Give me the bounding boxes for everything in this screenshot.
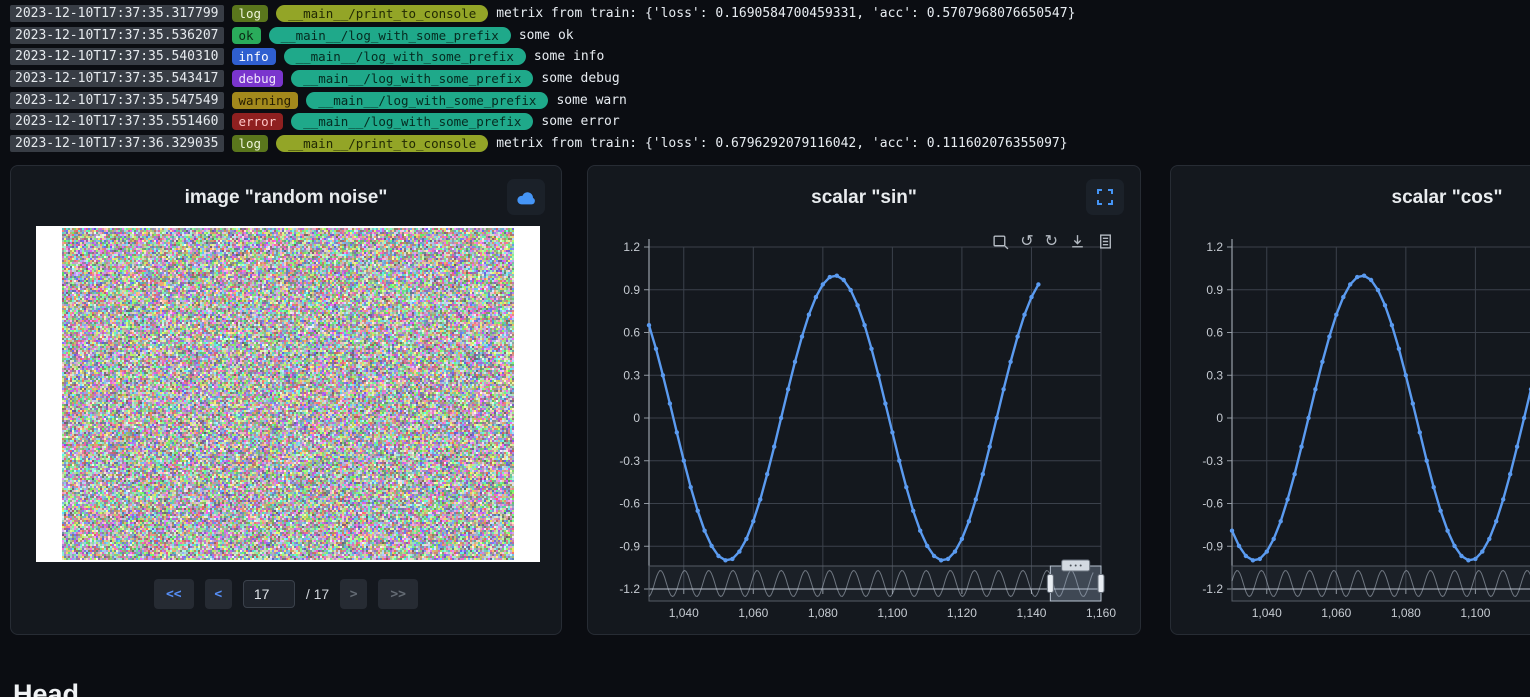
log-level-badge: log xyxy=(232,5,269,22)
log-source-badge: __main__/log_with_some_prefix xyxy=(269,27,511,44)
log-source-badge: __main__/log_with_some_prefix xyxy=(306,92,548,109)
image-pagination: << < / 17 > >> xyxy=(11,579,561,609)
x-tick-label: 1,060 xyxy=(1321,606,1351,620)
log-row: 2023-12-10T17:37:35.551460 error __main__/… xyxy=(0,111,1530,133)
x-tick-label: 1,120 xyxy=(947,606,977,620)
log-timestamp: 2023-12-10T17:37:35.551460 xyxy=(10,113,224,130)
x-tick-label: 1,060 xyxy=(738,606,768,620)
y-tick-label: -0.3 xyxy=(1202,454,1223,468)
cos-chart-plot[interactable]: 1,0401,0601,0801,1001,1201,1401,1601.20.… xyxy=(1171,226,1530,626)
section-heading: Head xyxy=(13,679,79,697)
sin-chart-plot[interactable]: 1,040 1,060 1,080 1,100 1,120 1,140 1,160 1.2 0.… xyxy=(588,226,1142,626)
y-tick-label: 0.9 xyxy=(623,283,640,297)
box-zoom-icon[interactable] xyxy=(992,233,1009,250)
x-tick-label: 1,100 xyxy=(1460,606,1490,620)
log-timestamp: 2023-12-10T17:37:35.540310 xyxy=(10,48,224,65)
first-page-button[interactable]: << xyxy=(154,579,194,609)
x-tick-label: 1,100 xyxy=(877,606,907,620)
x-tick-label: 1,040 xyxy=(1252,606,1282,620)
log-row: 2023-12-10T17:37:35.540310 info __main__/l… xyxy=(0,46,1530,68)
slider-left-handle[interactable] xyxy=(1047,575,1053,593)
y-tick-label: -0.6 xyxy=(619,497,640,511)
y-tick-label: -0.9 xyxy=(619,539,640,553)
y-tick-label: -0.6 xyxy=(1202,497,1223,511)
page-total-label: / 17 xyxy=(306,586,329,602)
refresh-icon[interactable]: ↻ xyxy=(1045,232,1058,250)
log-message: some info xyxy=(534,49,604,64)
log-level-badge: debug xyxy=(232,70,284,87)
log-message: some error xyxy=(541,114,619,129)
download-icon[interactable] xyxy=(1069,233,1086,250)
y-tick-label: 0 xyxy=(1216,411,1223,425)
x-tick-label: 1,080 xyxy=(808,606,838,620)
x-tick-label: 1,080 xyxy=(1391,606,1421,620)
log-level-badge: ok xyxy=(232,27,261,44)
log-source-badge: __main__/log_with_some_prefix xyxy=(284,48,526,65)
y-tick-label: 1.2 xyxy=(1206,240,1223,254)
random-noise-image xyxy=(62,228,514,560)
y-tick-label: 0.3 xyxy=(623,368,640,382)
log-row: 2023-12-10T17:37:36.329035 log __main__/pr… xyxy=(0,133,1530,155)
log-level-badge: info xyxy=(232,48,276,65)
x-tick-label: 1,040 xyxy=(669,606,699,620)
log-timestamp: 2023-12-10T17:37:35.536207 xyxy=(10,27,224,44)
log-message: some ok xyxy=(519,28,574,43)
y-tick-label: -1.2 xyxy=(1202,582,1223,596)
page-number-input[interactable] xyxy=(243,580,295,608)
dashboard-page: 2023-12-10T17:37:35.317799 log __main__/pr… xyxy=(0,0,1530,697)
log-message: metrix from train: {'loss': 0.1690584700… xyxy=(496,6,1075,21)
y-tick-label: 0 xyxy=(633,411,640,425)
log-timestamp: 2023-12-10T17:37:35.547549 xyxy=(10,92,224,109)
log-source-badge: __main__/print_to_console xyxy=(276,135,488,152)
expand-icon xyxy=(1096,188,1114,206)
y-tick-label: -0.3 xyxy=(619,454,640,468)
y-tick-label: 0.6 xyxy=(1206,326,1223,340)
log-console: 2023-12-10T17:37:35.317799 log __main__/pr… xyxy=(0,3,1530,154)
image-card-title: image "random noise" xyxy=(11,166,561,209)
y-tick-label: 0.6 xyxy=(623,326,640,340)
last-page-button[interactable]: >> xyxy=(378,579,418,609)
cos-chart-card: scalar "cos" ↺ ↻ 1,0401,0601,0801,1001,1… xyxy=(1170,165,1530,635)
chart-toolbox: ↺ ↻ xyxy=(992,232,1114,250)
log-source-badge: __main__/log_with_some_prefix xyxy=(291,113,533,130)
log-message: some debug xyxy=(541,71,619,86)
log-timestamp: 2023-12-10T17:37:36.329035 xyxy=(10,135,224,152)
y-tick-label: 1.2 xyxy=(623,240,640,254)
next-page-button[interactable]: > xyxy=(340,579,367,609)
cloud-sync-button[interactable] xyxy=(507,179,545,215)
data-view-icon[interactable] xyxy=(1097,233,1114,250)
log-row: 2023-12-10T17:37:35.536207 ok __main__/log… xyxy=(0,25,1530,47)
cos-card-title: scalar "cos" xyxy=(1171,166,1530,209)
log-level-badge: log xyxy=(232,135,269,152)
zoom-reset-icon[interactable]: ↺ xyxy=(1020,232,1033,250)
image-card: image "random noise" << < / 17 > >> xyxy=(10,165,562,635)
x-tick-label: 1,140 xyxy=(1016,606,1046,620)
log-timestamp: 2023-12-10T17:37:35.543417 xyxy=(10,70,224,87)
y-tick-label: -1.2 xyxy=(619,582,640,596)
prev-page-button[interactable]: < xyxy=(205,579,232,609)
cloud-icon xyxy=(515,189,537,206)
y-tick-label: -0.9 xyxy=(1202,539,1223,553)
image-frame xyxy=(36,226,540,562)
log-timestamp: 2023-12-10T17:37:35.317799 xyxy=(10,5,224,22)
slider-right-handle[interactable] xyxy=(1098,575,1104,593)
fullscreen-button[interactable] xyxy=(1086,179,1124,215)
log-level-badge: warning xyxy=(232,92,299,109)
log-row: 2023-12-10T17:37:35.317799 log __main__/pr… xyxy=(0,3,1530,25)
log-row: 2023-12-10T17:37:35.543417 debug __main__/… xyxy=(0,68,1530,90)
y-tick-label: 0.9 xyxy=(1206,283,1223,297)
log-message: metrix from train: {'loss': 0.6796292079… xyxy=(496,136,1067,151)
sin-chart-card: scalar "sin" ↺ ↻ 1,040 1,060 1,080 1,100 1,1… xyxy=(587,165,1141,635)
x-tick-label: 1,160 xyxy=(1086,606,1116,620)
log-source-badge: __main__/log_with_some_prefix xyxy=(291,70,533,87)
y-tick-label: 0.3 xyxy=(1206,368,1223,382)
log-message: some warn xyxy=(556,93,626,108)
log-source-badge: __main__/print_to_console xyxy=(276,5,488,22)
log-row: 2023-12-10T17:37:35.547549 warning __main_… xyxy=(0,89,1530,111)
sin-card-title: scalar "sin" xyxy=(588,166,1140,209)
log-level-badge: error xyxy=(232,113,284,130)
